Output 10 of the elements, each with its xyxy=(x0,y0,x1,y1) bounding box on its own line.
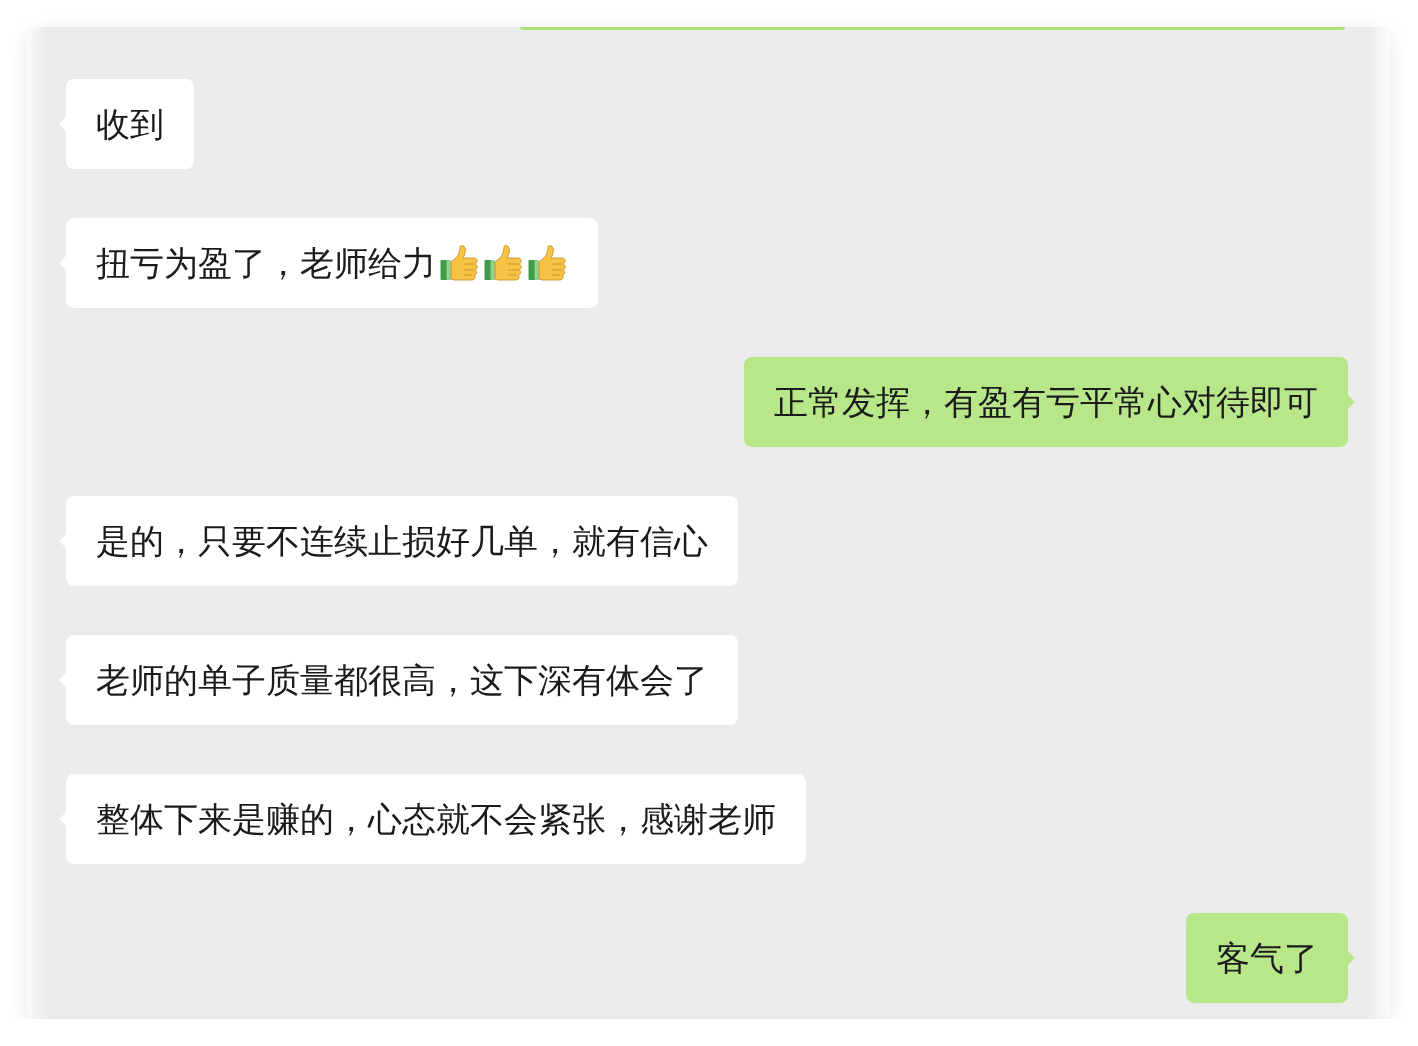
message-text: 客气了 xyxy=(1216,938,1318,979)
message-text: 是的，只要不连续止损好几单，就有信心 xyxy=(96,521,708,562)
message-text: 老师的单子质量都很高，这下深有体会了 xyxy=(96,660,708,701)
thumbs-up-icon xyxy=(528,245,568,281)
message-text: 整体下来是赚的，心态就不会紧张，感谢老师 xyxy=(96,799,776,840)
thumbs-up-icon xyxy=(440,245,480,281)
message-text: 正常发挥，有盈有亏平常心对待即可 xyxy=(774,382,1318,423)
message-text: 收到 xyxy=(96,104,164,145)
thumbs-up-icon xyxy=(484,245,524,281)
message-text: 扭亏为盈了，老师给力 xyxy=(96,243,436,284)
